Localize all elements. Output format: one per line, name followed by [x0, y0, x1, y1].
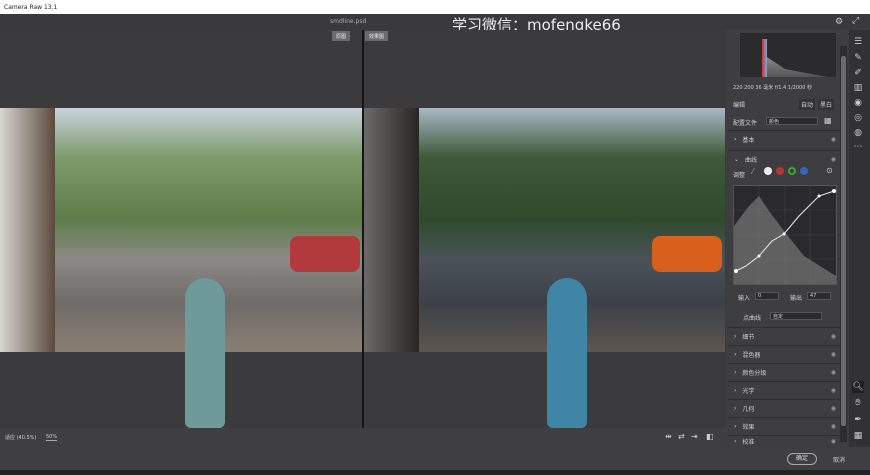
chevron-right-icon: › — [734, 368, 737, 376]
cancel-button[interactable]: 取消 — [833, 455, 845, 464]
fullscreen-icon[interactable]: ⤢ — [852, 16, 859, 26]
eye-icon[interactable]: ◉ — [831, 156, 836, 163]
zoom-select[interactable]: 50% — [46, 434, 58, 441]
brush-icon[interactable]: ✎ — [852, 52, 864, 64]
copy-settings-icon[interactable]: ⇥ — [691, 432, 698, 441]
section-effects[interactable]: › 效果 ◉ — [728, 417, 840, 434]
swap-icon[interactable]: ⇄ — [678, 432, 685, 441]
output-field[interactable]: 47 — [807, 292, 831, 300]
chevron-right-icon: › — [734, 386, 737, 394]
eye-icon[interactable]: ◉ — [831, 136, 836, 143]
chevron-right-icon: › — [734, 332, 737, 340]
section-color-grading[interactable]: › 颜色分级 ◉ — [728, 363, 840, 380]
before-label[interactable]: 原图 — [332, 31, 351, 41]
title-bar: Camera Raw 13.1 — [0, 0, 870, 14]
target-adjust-icon[interactable]: ⊙ — [826, 166, 833, 175]
before-after-icon[interactable]: ⇹ — [665, 432, 672, 441]
input-label: 输入 — [738, 295, 751, 302]
profile-browser-icon[interactable]: ▦ — [824, 116, 832, 125]
chevron-down-icon: ⌄ — [734, 155, 740, 163]
after-label[interactable]: 效果图 — [365, 31, 389, 41]
gear-icon[interactable]: ⚙ — [835, 17, 843, 27]
chevron-right-icon: › — [734, 135, 737, 143]
section-geometry[interactable]: › 几何 ◉ — [728, 399, 840, 416]
eye-icon[interactable]: ◉ — [831, 351, 836, 358]
fit-zoom[interactable]: 适应 (40.5%) — [5, 434, 36, 441]
view-toolbar — [0, 428, 726, 447]
profile-select[interactable]: 颜色 — [766, 117, 818, 125]
zoom-icon[interactable]: 🔍︎ — [852, 381, 864, 393]
eye-icon[interactable]: ◉ — [831, 369, 836, 376]
eye-icon[interactable]: ◉ — [831, 387, 836, 394]
tone-curve[interactable] — [733, 185, 837, 285]
exif-info: 220 200 36 毫米 f/1.4 1/2000 秒 — [733, 85, 812, 91]
section-mixer[interactable]: › 混色器 ◉ — [728, 345, 840, 362]
eye-icon[interactable]: ◉ — [831, 438, 836, 445]
hand-icon[interactable]: ✋︎ — [852, 397, 864, 409]
edit-icon[interactable]: ☰ — [852, 36, 864, 48]
red-channel[interactable] — [776, 167, 784, 175]
eye-icon[interactable]: ◉ — [831, 333, 836, 340]
bw-button[interactable]: 黑白 — [818, 99, 835, 110]
blue-channel[interactable] — [800, 167, 808, 175]
adjust-label: 调整 — [733, 172, 746, 179]
section-detail[interactable]: › 细节 ◉ — [728, 327, 840, 344]
eye-icon[interactable]: ◉ — [831, 405, 836, 412]
chevron-right-icon: › — [734, 438, 737, 445]
redeye-icon[interactable]: ◎ — [852, 112, 864, 124]
chevron-right-icon: › — [734, 350, 737, 358]
toggle-view-icon[interactable]: ◧ — [706, 432, 714, 441]
output-label: 输出 — [790, 295, 803, 302]
footer — [0, 447, 870, 470]
scrollbar-thumb[interactable] — [841, 56, 846, 426]
section-curve[interactable]: ⌄ 曲线 ◉ — [728, 150, 840, 167]
section-calibration[interactable]: › 校准 ◉ — [728, 435, 840, 447]
heal-icon[interactable]: ✐ — [852, 67, 864, 79]
eye-icon[interactable]: ◉ — [831, 423, 836, 430]
ok-button[interactable]: 确定 — [787, 453, 817, 465]
histogram — [740, 33, 836, 77]
green-channel[interactable] — [788, 167, 796, 175]
top-bar — [0, 14, 870, 30]
edit-title: 编辑 — [733, 102, 746, 109]
gradient-icon[interactable]: ▥ — [852, 82, 864, 94]
grid-icon[interactable]: ▦ — [852, 430, 864, 442]
chevron-right-icon: › — [734, 422, 737, 430]
point-curve-select[interactable]: 自定 — [770, 312, 822, 320]
auto-button[interactable]: 自动 — [799, 99, 816, 110]
input-field[interactable]: 0 — [755, 292, 779, 300]
profile-label: 配置文件 — [733, 120, 758, 127]
split-divider[interactable] — [362, 30, 364, 428]
radial-icon[interactable]: ◉ — [852, 97, 864, 109]
parametric-curve-icon[interactable]: ⁄ — [752, 167, 753, 176]
chevron-right-icon: › — [734, 404, 737, 412]
filename: smdline.psd — [330, 18, 367, 25]
section-optics[interactable]: › 光学 ◉ — [728, 381, 840, 398]
after-image — [364, 108, 725, 428]
section-basic[interactable]: › 基本 ◉ — [728, 130, 840, 147]
presets-icon[interactable]: ◍ — [852, 127, 864, 139]
before-image — [0, 108, 362, 428]
background-strip — [0, 470, 870, 475]
point-curve-white[interactable] — [764, 167, 772, 175]
more-icon[interactable]: ⋯ — [852, 141, 864, 153]
point-curve-label: 点曲线 — [743, 315, 762, 322]
eyedropper-icon[interactable]: ✒ — [852, 414, 864, 426]
